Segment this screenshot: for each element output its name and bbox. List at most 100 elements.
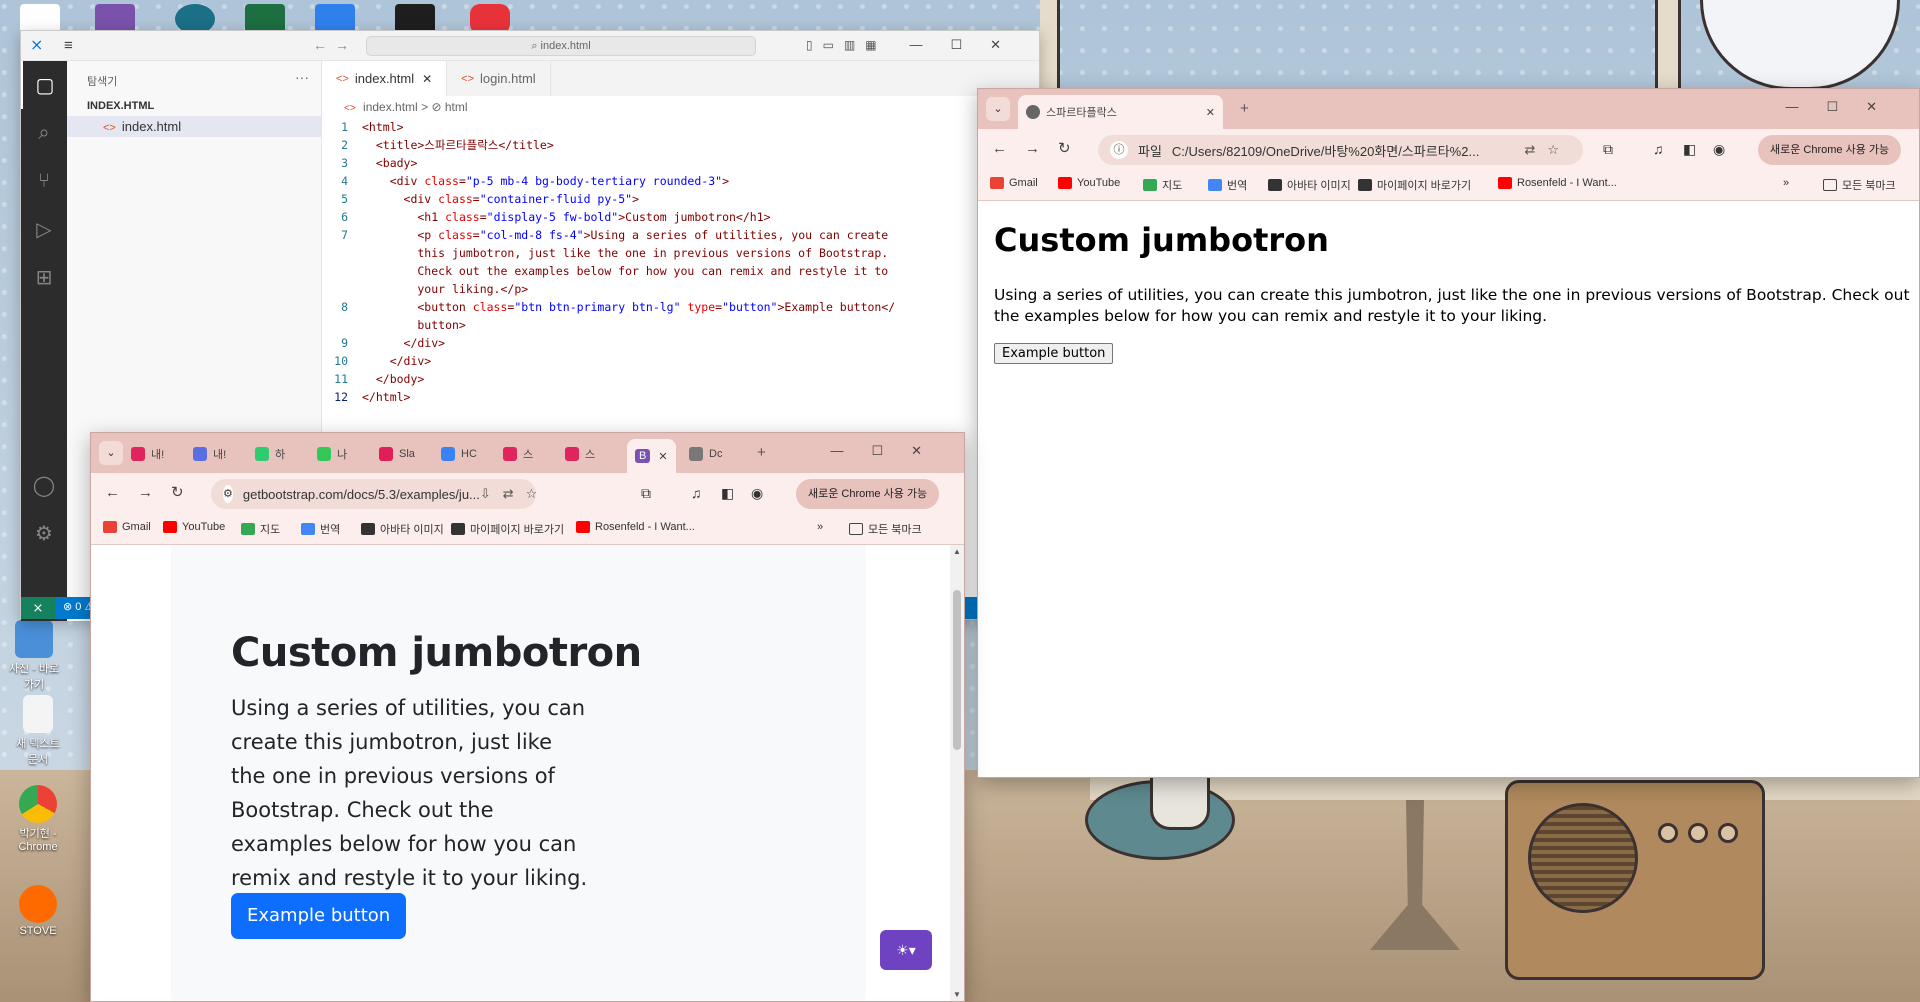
site-settings-icon[interactable]: ⚙	[223, 485, 233, 503]
more-actions-icon[interactable]: ···	[295, 69, 309, 85]
tab-index-html[interactable]: <> index.html ✕	[322, 61, 448, 96]
bookmark-item[interactable]: Rosenfeld - I Want...	[576, 521, 695, 533]
file-row[interactable]: <> index.html	[67, 116, 321, 137]
browser-tab[interactable]: HC	[441, 441, 477, 467]
window-controls[interactable]: —☐✕	[909, 37, 1029, 53]
browser-tab[interactable]: Sla	[379, 441, 415, 467]
omnibox[interactable]: ⓘ 파일 C:/Users/82109/OneDrive/바탕%20화면/스파르…	[1098, 135, 1583, 165]
example-button[interactable]: Example button	[994, 343, 1114, 364]
browser-tab[interactable]: 스	[503, 441, 533, 467]
scroll-up-arrow-icon[interactable]: ▲	[953, 547, 961, 556]
code-line[interactable]: 12 </html>	[322, 388, 959, 406]
omnibox[interactable]: ⚙ getbootstrap.com/docs/5.3/examples/ju.…	[211, 479, 537, 509]
bookmark-item[interactable]: YouTube	[163, 521, 225, 533]
code-line[interactable]: 3 <bady>	[322, 154, 959, 172]
code-line[interactable]: button>	[322, 316, 959, 334]
more-bookmarks-chevron-icon[interactable]: »	[817, 521, 823, 533]
code-line[interactable]: 4 <div class="p-5 mb-4 bg-body-tertiary …	[322, 172, 959, 190]
desktop-shortcut-stove[interactable]: STOVE	[8, 885, 68, 937]
layout-controls[interactable]: ▯▭▥▦	[806, 38, 887, 52]
bookmark-item[interactable]: 지도	[241, 521, 280, 537]
code-line[interactable]: this jumbotron, just like the one in pre…	[322, 244, 959, 262]
desktop-shortcut-photos[interactable]: 사진 - 바로 가기	[4, 620, 64, 692]
breadcrumb-node[interactable]: html	[445, 100, 468, 114]
media-icon[interactable]: ♫	[1653, 141, 1664, 157]
code-line[interactable]: 1 <html>	[322, 118, 959, 136]
profile-avatar-icon[interactable]: ◉	[751, 485, 763, 502]
explorer-icon[interactable]: ▢	[21, 61, 67, 109]
code-line[interactable]: Check out the examples below for how you…	[322, 262, 959, 280]
tab-search-chevron-icon[interactable]: ⌄	[99, 441, 123, 465]
theme-toggle-button[interactable]: ☀▾	[880, 930, 932, 970]
run-debug-icon[interactable]: ▷	[21, 205, 67, 253]
extensions-puzzle-icon[interactable]: ⧉	[1603, 141, 1613, 158]
code-line[interactable]: 9 </div>	[322, 334, 959, 352]
side-panel-icon[interactable]: ◧	[1683, 141, 1696, 158]
window-controls[interactable]: —☐✕	[1785, 99, 1905, 115]
tab-login-html[interactable]: <> login.html	[447, 61, 551, 96]
scrollbar-thumb[interactable]	[953, 590, 961, 750]
tab-local-file[interactable]: 스파르타플락스 ✕	[1018, 95, 1223, 129]
nav-buttons[interactable]: ←→↻	[105, 483, 202, 501]
bookmark-item[interactable]: YouTube	[1058, 177, 1120, 189]
code-line[interactable]: 6 <h1 class="display-5 fw-bold">Custom j…	[322, 208, 959, 226]
code-line[interactable]: 8 <button class="btn btn-primary btn-lg"…	[322, 298, 959, 316]
all-bookmarks-folder[interactable]: 모든 북마크	[1823, 177, 1896, 193]
extensions-puzzle-icon[interactable]: ⧉	[641, 485, 651, 502]
window-controls[interactable]: —☐✕	[830, 443, 950, 459]
media-icon[interactable]: ♫	[691, 485, 702, 501]
scroll-down-arrow-icon[interactable]: ▼	[953, 990, 961, 999]
bookmark-item[interactable]: Gmail	[103, 521, 151, 533]
browser-tab[interactable]: 하	[255, 441, 285, 467]
bookmark-item[interactable]: 번역	[301, 521, 340, 537]
side-panel-icon[interactable]: ◧	[721, 485, 734, 502]
bookmark-item[interactable]: Gmail	[990, 177, 1038, 189]
command-center-search[interactable]: ⌕ index.html	[366, 36, 756, 56]
tab-search-chevron-icon[interactable]: ⌄	[986, 97, 1010, 121]
source-control-icon[interactable]: ⑂	[21, 157, 67, 205]
close-icon[interactable]: ✕	[1206, 106, 1215, 119]
remote-indicator[interactable]: ⨯	[21, 597, 55, 619]
scrollbar[interactable]: ▲ ▼	[950, 545, 964, 1001]
desktop-shortcut-text[interactable]: 새 텍스트 문서	[8, 695, 68, 767]
new-tab-button[interactable]: +	[757, 444, 766, 461]
browser-tab[interactable]: 내!	[131, 441, 164, 467]
browser-tab[interactable]: 스	[565, 441, 595, 467]
close-icon[interactable]: ✕	[422, 72, 432, 86]
bookmark-item[interactable]: 아바타 이미지	[361, 521, 444, 537]
new-tab-button[interactable]: +	[1240, 100, 1249, 117]
account-icon[interactable]: ◯	[21, 461, 67, 509]
bookmark-item[interactable]: 번역	[1208, 177, 1247, 193]
all-bookmarks-folder[interactable]: 모든 북마크	[849, 521, 922, 537]
code-editor[interactable]: 1 <html> 2 <title>스파르타플락스</title> 3 <bady> 4…	[322, 118, 959, 408]
browser-tab[interactable]: 내!	[193, 441, 226, 467]
bookmark-item[interactable]: Rosenfeld - I Want...	[1498, 177, 1617, 189]
browser-tab[interactable]: 나	[317, 441, 347, 467]
browser-tab[interactable]: Dc	[689, 441, 722, 467]
code-line[interactable]: 2 <title>스파르타플락스</title>	[322, 136, 959, 154]
desktop-shortcut-chrome[interactable]: 박기현 - Chrome	[8, 785, 68, 853]
more-bookmarks-chevron-icon[interactable]: »	[1783, 177, 1789, 189]
nav-arrows[interactable]: ←→	[313, 37, 357, 53]
bookmark-item[interactable]: 아바타 이미지	[1268, 177, 1351, 193]
bookmark-item[interactable]: 지도	[1143, 177, 1182, 193]
settings-gear-icon[interactable]: ⚙	[21, 509, 67, 557]
example-button[interactable]: Example button	[231, 893, 407, 939]
breadcrumb-file[interactable]: index.html	[363, 100, 418, 114]
close-icon[interactable]: ✕	[658, 450, 667, 463]
bookmark-item[interactable]: 마이페이지 바로가기	[451, 521, 564, 537]
update-chrome-chip[interactable]: 새로운 Chrome 사용 가능	[1758, 135, 1902, 165]
code-line[interactable]: your liking.</p>	[322, 280, 959, 298]
info-icon[interactable]: ⓘ	[1110, 141, 1128, 159]
folder-row[interactable]: INDEX.HTML	[67, 96, 321, 116]
bookmark-item[interactable]: 마이페이지 바로가기	[1358, 177, 1471, 193]
search-icon[interactable]: ⌕	[21, 109, 67, 157]
hamburger-menu-icon[interactable]: ≡	[64, 37, 73, 54]
code-line[interactable]: 11 </body>	[322, 370, 959, 388]
code-line[interactable]: 5 <div class="container-fluid py-5">	[322, 190, 959, 208]
profile-avatar-icon[interactable]: ◉	[1713, 141, 1725, 158]
nav-buttons[interactable]: ←→↻	[992, 139, 1089, 157]
extensions-icon[interactable]: ⊞	[21, 253, 67, 301]
code-line[interactable]: 10 </div>	[322, 352, 959, 370]
update-chrome-chip[interactable]: 새로운 Chrome 사용 가능	[796, 479, 940, 509]
